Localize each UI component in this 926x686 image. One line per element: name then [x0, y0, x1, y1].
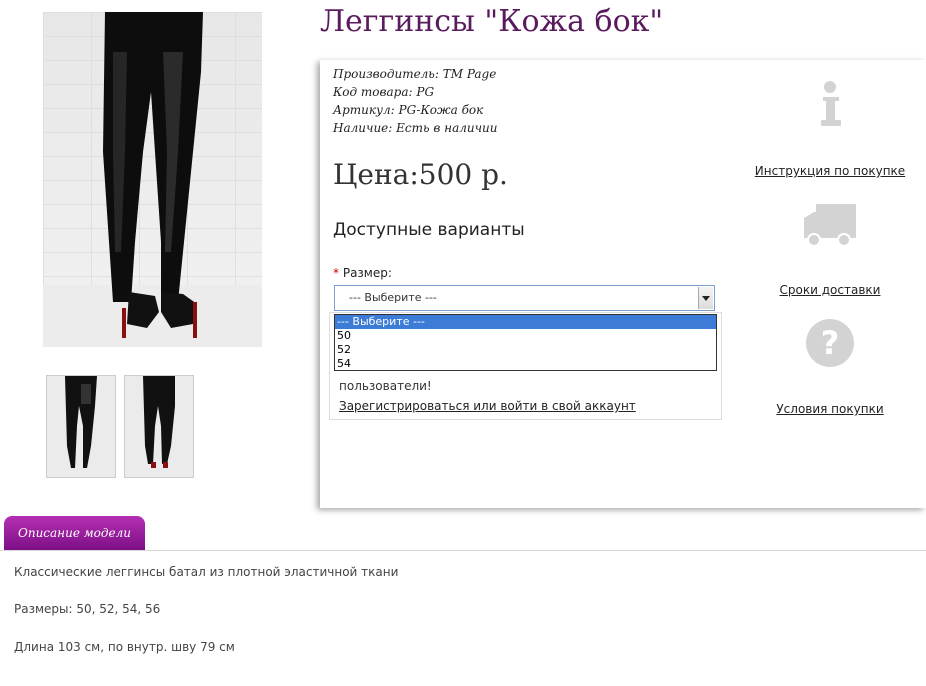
purchase-instructions-link[interactable]: Инструкция по покупке [755, 164, 905, 178]
price: Цена:500 р. [333, 158, 508, 191]
product-thumbnail-2[interactable] [124, 375, 194, 478]
meta-label: Производитель: [333, 67, 439, 81]
product-code-row: Код товара: PG [333, 83, 498, 101]
manufacturer-value: TM Page [442, 67, 497, 81]
product-main-image[interactable] [43, 12, 262, 347]
purchase-terms-block: ? [740, 318, 920, 372]
svg-text:?: ? [821, 324, 840, 362]
thumbnail-image [47, 376, 115, 477]
availability-value: Есть в наличии [396, 121, 498, 135]
description-line: Размеры: 50, 52, 54, 56 [14, 602, 161, 616]
register-text: пользователи! [339, 379, 432, 393]
meta-label: Артикул: [333, 103, 395, 117]
chevron-down-icon[interactable] [698, 287, 713, 309]
size-option[interactable]: --- Выберите --- [335, 315, 716, 329]
size-option[interactable]: 54 [335, 357, 716, 371]
sku-row: Артикул: PG-Кожа бок [333, 101, 498, 119]
purchase-instructions-link-wrap: Инструкция по покупке [740, 160, 920, 179]
size-dropdown-list[interactable]: --- Выберите --- 50 52 54 [334, 314, 717, 371]
delivery-terms-link[interactable]: Сроки доставки [780, 283, 881, 297]
manufacturer-row: Производитель: TM Page [333, 65, 498, 83]
tab-model-description[interactable]: Описание модели [4, 516, 145, 550]
thumbnail-image [125, 376, 193, 477]
required-mark: * [333, 266, 339, 280]
meta-label: Код товара: [333, 85, 413, 99]
size-select[interactable]: --- Выберите --- [334, 285, 715, 311]
purchase-terms-link-wrap: Условия покупки [740, 398, 920, 417]
truck-icon [804, 204, 856, 247]
purchase-terms-link[interactable]: Условия покупки [776, 402, 883, 416]
size-select-value: --- Выберите --- [349, 291, 437, 304]
description-line: Длина 103 см, по внутр. шву 79 см [14, 640, 235, 654]
description-line: Классические леггинсы батал из плотной э… [14, 565, 399, 579]
register-login-link[interactable]: Зарегистрироваться или войти в свой акка… [339, 399, 636, 413]
question-icon: ? [806, 319, 854, 367]
size-option[interactable]: 52 [335, 343, 716, 357]
leggings-figure [103, 12, 203, 338]
info-icon [821, 81, 841, 126]
sku-value: PG-Кожа бок [398, 103, 484, 117]
product-info-panel: Производитель: TM Page Код товара: PG Ар… [320, 60, 926, 508]
delivery-block [740, 202, 920, 252]
variants-heading: Доступные варианты [333, 220, 525, 240]
tab-divider [0, 550, 926, 551]
product-thumbnail-1[interactable] [46, 375, 116, 478]
product-meta: Производитель: TM Page Код товара: PG Ар… [333, 65, 498, 137]
purchase-instructions-block [740, 80, 920, 134]
product-code-value: PG [416, 85, 435, 99]
size-label: * Размер: [333, 266, 392, 280]
delivery-link-wrap: Сроки доставки [740, 279, 920, 298]
availability-row: Наличие: Есть в наличии [333, 119, 498, 137]
size-option[interactable]: 50 [335, 329, 716, 343]
meta-label: Наличие: [333, 121, 393, 135]
page-title: Леггинсы "Кожа бок" [320, 4, 664, 39]
size-label-text: Размер: [342, 266, 392, 280]
